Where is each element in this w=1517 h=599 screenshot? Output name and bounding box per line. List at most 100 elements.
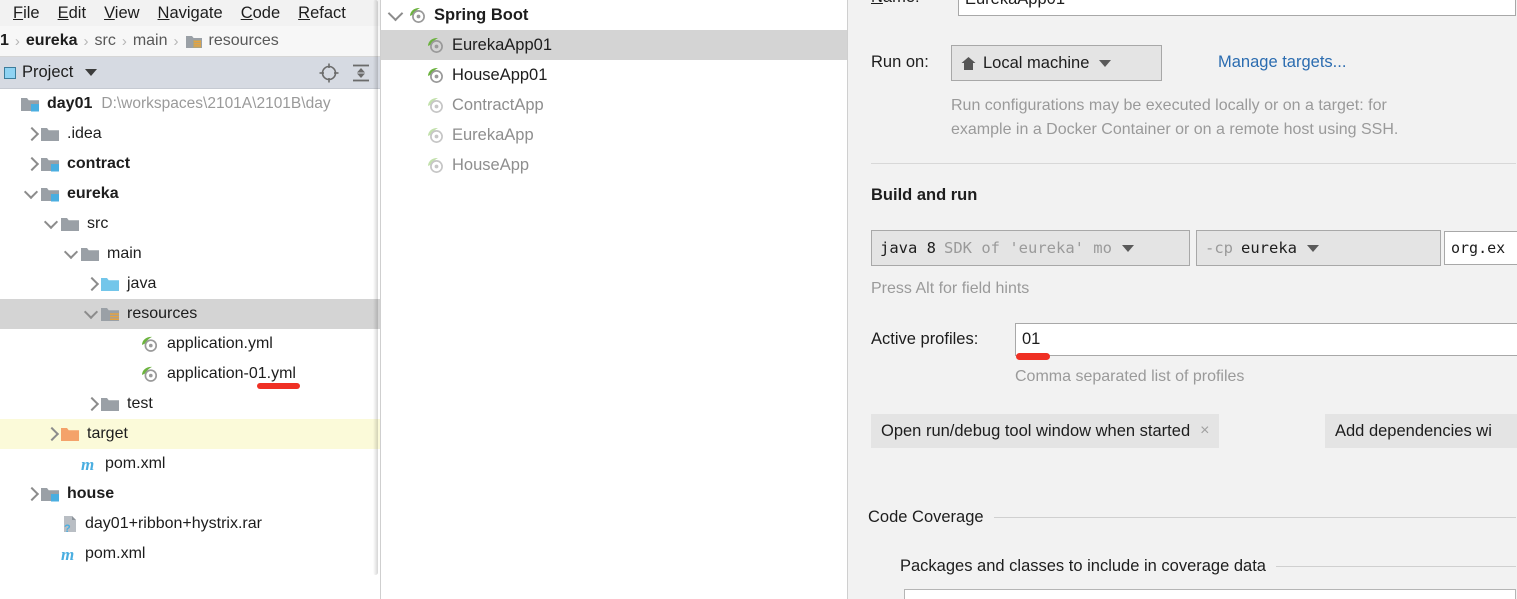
- run-on-hint-line-2: example in a Docker Container or on a re…: [951, 121, 1399, 138]
- menu-item-refactor[interactable]: Refact: [289, 0, 355, 26]
- chevron-down-icon[interactable]: [64, 246, 80, 262]
- active-profiles-input[interactable]: 01: [1015, 323, 1517, 356]
- tree-row-label: contract: [67, 155, 131, 172]
- chevron-right-icon[interactable]: [24, 126, 40, 142]
- tree-row[interactable]: house: [0, 479, 380, 509]
- tree-row[interactable]: application-01.yml: [0, 359, 380, 389]
- open-run-debug-tool-window-tag[interactable]: Open run/debug tool window when started …: [871, 414, 1220, 448]
- chevron-right-icon[interactable]: [44, 426, 60, 442]
- tree-row-label: target: [87, 425, 128, 442]
- tree-row[interactable]: src: [0, 209, 380, 239]
- tree-arrow-placeholder: [44, 516, 60, 532]
- active-profiles-label: Active profiles:: [871, 330, 979, 348]
- menu-item-edit[interactable]: Edit: [49, 0, 95, 26]
- tree-row[interactable]: java: [0, 269, 380, 299]
- breadcrumb-crumb-2[interactable]: src: [95, 32, 116, 50]
- chevron-right-icon[interactable]: [84, 276, 100, 292]
- breadcrumb-crumb-3[interactable]: main: [133, 32, 168, 50]
- menu-item-file[interactable]: File: [4, 0, 49, 26]
- run-configuration-item[interactable]: HouseApp: [381, 150, 847, 180]
- run-configuration-item[interactable]: ContractApp: [381, 90, 847, 120]
- spring-boot-icon-disabled: [428, 157, 443, 173]
- module-folder-icon: [41, 488, 59, 502]
- chevron-down-icon[interactable]: [44, 216, 60, 232]
- open-run-debug-tool-window-label: Open run/debug tool window when started: [881, 421, 1191, 440]
- collapse-all-icon[interactable]: [350, 62, 372, 84]
- chevron-right-icon[interactable]: [24, 486, 40, 502]
- chevron-down-icon[interactable]: [1121, 244, 1134, 252]
- project-tool-window-header: Project: [0, 57, 380, 89]
- chevron-down-icon[interactable]: [387, 6, 405, 24]
- chevron-right-icon[interactable]: [24, 156, 40, 172]
- close-icon[interactable]: ×: [1200, 422, 1209, 440]
- breadcrumb-crumb-0[interactable]: 1: [0, 32, 9, 50]
- run-configuration-label: ContractApp: [452, 95, 544, 114]
- tree-row[interactable]: target: [0, 419, 380, 449]
- tree-arrow-placeholder: [64, 456, 80, 472]
- coverage-table-placeholder[interactable]: [904, 589, 1516, 599]
- tree-row[interactable]: ? day01+ribbon+hystrix.rar: [0, 509, 380, 539]
- tree-row[interactable]: day01 D:\workspaces\2101A\2101B\day: [0, 89, 380, 119]
- main-class-input[interactable]: org.ex: [1444, 231, 1517, 265]
- chevron-down-icon[interactable]: [24, 186, 40, 202]
- svg-text:m: m: [81, 455, 94, 474]
- ide-left-column: File Edit View Navigate Code Refact 1 › …: [0, 0, 380, 599]
- run-configuration-item[interactable]: EurekaApp01: [381, 30, 847, 60]
- menu-item-navigate[interactable]: Navigate: [149, 0, 232, 26]
- select-opened-file-icon[interactable]: [318, 62, 340, 84]
- folder-icon: [81, 248, 99, 261]
- tree-row[interactable]: eureka: [0, 179, 380, 209]
- chevron-down-icon[interactable]: [84, 306, 100, 322]
- unknown-file-icon: ?: [64, 516, 76, 534]
- tree-row-label: pom.xml: [85, 545, 146, 562]
- config-group-label: Spring Boot: [434, 5, 529, 24]
- project-tree[interactable]: day01 D:\workspaces\2101A\2101B\day .idea c…: [0, 89, 380, 599]
- breadcrumb-crumb-4[interactable]: resources: [209, 32, 279, 50]
- tree-row-label: application-01.yml: [167, 365, 296, 382]
- folder-icon: [101, 398, 119, 411]
- tree-row[interactable]: contract: [0, 149, 380, 179]
- svg-text:m: m: [61, 545, 74, 564]
- project-tree-scrollbar[interactable]: [373, 0, 378, 575]
- tree-row-label: src: [87, 215, 109, 232]
- tree-row[interactable]: resources: [0, 299, 380, 329]
- chevron-right-icon[interactable]: [84, 396, 100, 412]
- tree-row-label: main: [107, 245, 142, 262]
- jdk-combobox[interactable]: java 8 SDK of 'eureka' mo: [871, 230, 1190, 266]
- folder-icon: [41, 128, 59, 141]
- run-configuration-item[interactable]: EurekaApp: [381, 120, 847, 150]
- alt-hint: Press Alt for field hints: [871, 280, 1030, 297]
- tree-row-label: pom.xml: [105, 455, 166, 472]
- run-configurations-list[interactable]: Spring Boot EurekaApp01 HouseApp01 Contrac…: [380, 0, 847, 599]
- chevron-down-icon[interactable]: [1099, 59, 1112, 67]
- manage-targets-link[interactable]: Manage targets...: [1218, 53, 1346, 72]
- tree-row-label: java: [127, 275, 157, 292]
- menu-item-view[interactable]: View: [95, 0, 148, 26]
- build-and-run-title: Build and run: [871, 186, 978, 204]
- tree-row[interactable]: m pom.xml: [0, 449, 380, 479]
- run-on-combobox[interactable]: Local machine: [951, 45, 1162, 81]
- tree-arrow-placeholder: [4, 96, 20, 112]
- spring-boot-icon-disabled: [428, 127, 443, 143]
- classpath-combobox[interactable]: -cp eureka: [1196, 230, 1441, 266]
- add-dependencies-tag[interactable]: Add dependencies wi: [1325, 414, 1517, 448]
- divider: [993, 517, 1516, 518]
- chevron-down-icon[interactable]: [85, 69, 98, 76]
- tree-row[interactable]: application.yml: [0, 329, 380, 359]
- run-on-label: Run on:: [871, 53, 929, 71]
- chevron-down-icon[interactable]: [1307, 244, 1319, 252]
- breadcrumb-crumb-1[interactable]: eureka: [26, 32, 78, 50]
- run-configuration-item[interactable]: HouseApp01: [381, 60, 847, 90]
- tree-arrow-placeholder: [124, 366, 140, 382]
- tree-row[interactable]: test: [0, 389, 380, 419]
- tree-row[interactable]: main: [0, 239, 380, 269]
- source-folder-icon: [101, 278, 119, 291]
- tree-row-path: D:\workspaces\2101A\2101B\day: [101, 95, 331, 112]
- menu-item-code[interactable]: Code: [232, 0, 289, 26]
- spring-boot-icon: [410, 7, 425, 23]
- spring-boot-icon-disabled: [428, 97, 443, 113]
- tree-row[interactable]: .idea: [0, 119, 380, 149]
- tree-row[interactable]: m pom.xml: [0, 539, 380, 569]
- name-input[interactable]: EurekaApp01: [958, 0, 1516, 16]
- config-group-spring-boot[interactable]: Spring Boot: [381, 0, 847, 30]
